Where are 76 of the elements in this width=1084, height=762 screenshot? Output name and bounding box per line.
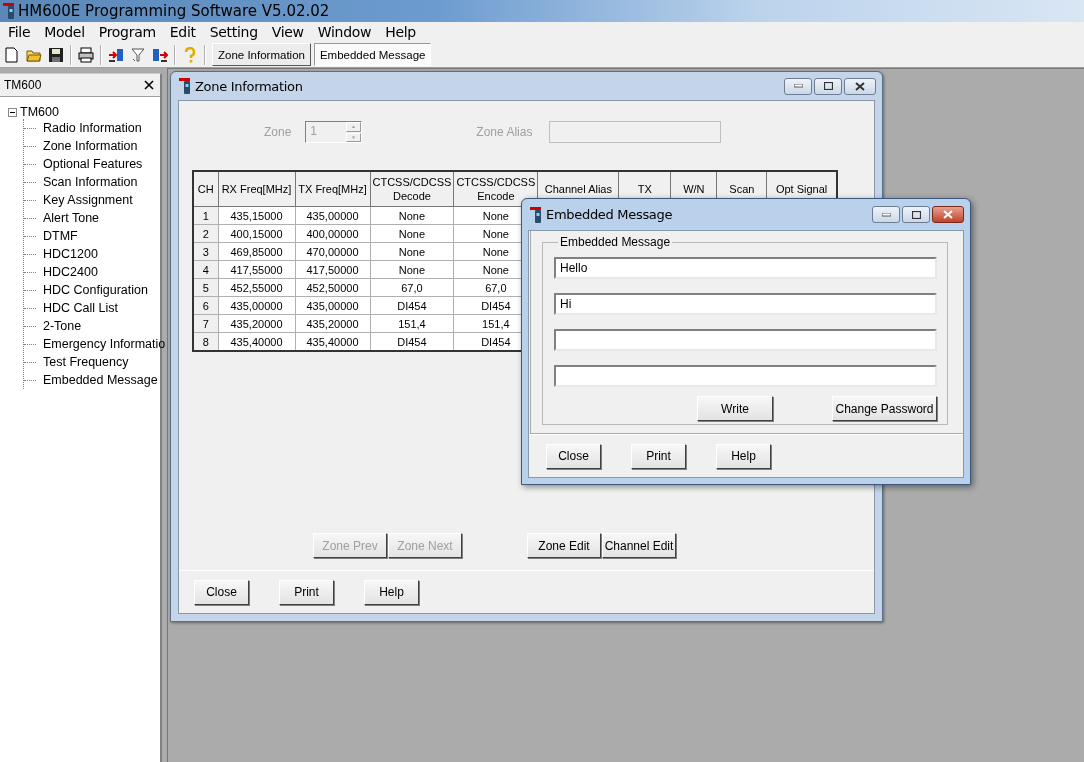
column-header: CTCSS/CDCSS Encode: [453, 171, 538, 207]
tree-item[interactable]: Zone Information: [43, 139, 138, 153]
message-field[interactable]: Hi: [554, 293, 937, 315]
window-tab[interactable]: Embedded Message: [313, 43, 432, 66]
minimize-button[interactable]: [784, 77, 812, 95]
restore-icon: [823, 82, 833, 90]
window-title: Embedded Message: [546, 207, 674, 222]
message-field[interactable]: [554, 329, 937, 351]
restore-button[interactable]: [814, 77, 842, 95]
menu-item[interactable]: Edit: [162, 24, 203, 40]
funnel-icon[interactable]: [130, 46, 146, 63]
tree-item[interactable]: 2-Tone: [43, 319, 82, 333]
menu-item[interactable]: Setting: [202, 24, 265, 40]
close-icon: [943, 210, 953, 219]
menu-item[interactable]: View: [264, 24, 311, 40]
column-header: RX Freq[MHz]: [218, 171, 295, 207]
arrow-device-icon[interactable]: [108, 46, 124, 63]
menu-item[interactable]: File: [1, 24, 38, 40]
window-title: HM600E Programming Software V5.02.02: [18, 2, 330, 20]
expander-icon[interactable]: [8, 107, 17, 117]
tree-item[interactable]: Alert Tone: [43, 211, 100, 225]
arrow-device-icon[interactable]: [152, 46, 168, 63]
column-header: CH: [193, 171, 218, 207]
app-radio-icon: [179, 78, 190, 94]
action-button[interactable]: Zone Edit: [527, 533, 601, 558]
zone-spin-field: 1: [305, 121, 363, 143]
app-radio-icon: [3, 3, 14, 19]
zone-alias-label: Zone Alias: [476, 125, 533, 139]
tree-item[interactable]: DTMF: [43, 229, 78, 243]
app-radio-icon: [530, 206, 541, 223]
minimize-icon: [881, 212, 891, 217]
tree-item[interactable]: Emergency Informatio: [43, 337, 166, 351]
dialog-button[interactable]: Close: [546, 443, 601, 469]
close-icon: [855, 81, 865, 91]
minimize-icon: [793, 84, 803, 88]
window-tab[interactable]: Zone Information: [212, 43, 311, 66]
tree-item[interactable]: HDC Call List: [43, 301, 118, 315]
zone-label: Zone: [264, 125, 292, 139]
window-title: Zone Information: [195, 78, 304, 94]
table-cell: 8: [193, 332, 218, 351]
dialog-button[interactable]: Help: [364, 579, 419, 605]
tree-item[interactable]: Embedded Message: [43, 373, 158, 387]
column-header: CTCSS/CDCSS Decode: [370, 171, 454, 207]
dialog-button[interactable]: Close: [194, 579, 249, 605]
restore-button[interactable]: [902, 206, 930, 223]
minimize-button[interactable]: [872, 206, 900, 223]
group-label: Embedded Message: [559, 235, 672, 249]
tree-item[interactable]: Test Frequency: [43, 355, 129, 369]
close-icon[interactable]: [144, 80, 154, 90]
tree-item[interactable]: HDC2400: [43, 265, 98, 279]
tree-item[interactable]: Radio Information: [43, 121, 142, 135]
close-button[interactable]: [932, 206, 964, 223]
restore-icon: [911, 210, 921, 219]
menu-item[interactable]: Model: [37, 24, 92, 40]
action-button[interactable]: Channel Edit: [602, 533, 676, 558]
action-button[interactable]: Write: [697, 396, 773, 421]
tree-item[interactable]: Key Assignment: [43, 193, 133, 207]
tree-item[interactable]: Scan Information: [43, 175, 138, 189]
tree-item[interactable]: TM600: [20, 105, 59, 119]
menu-item[interactable]: Window: [310, 24, 379, 40]
column-header: TX Freq[MHz]: [295, 171, 370, 207]
menu-item[interactable]: Program: [91, 24, 163, 40]
dialog-button[interactable]: Print: [631, 443, 686, 469]
close-button[interactable]: [844, 77, 876, 95]
printer-icon[interactable]: [78, 46, 94, 63]
menu-item[interactable]: Help: [378, 24, 423, 40]
tree-item[interactable]: Optional Features: [43, 157, 143, 171]
tree-item[interactable]: HDC1200: [43, 247, 98, 261]
message-field[interactable]: Hello: [554, 257, 937, 279]
document-icon[interactable]: [4, 46, 20, 63]
tree-item[interactable]: HDC Configuration: [43, 283, 148, 297]
message-field[interactable]: [554, 365, 937, 387]
action-button[interactable]: Change Password: [832, 396, 937, 421]
panel-title: TM600: [4, 78, 42, 92]
dialog-button[interactable]: Print: [279, 579, 334, 605]
dialog-button[interactable]: Help: [716, 443, 771, 469]
